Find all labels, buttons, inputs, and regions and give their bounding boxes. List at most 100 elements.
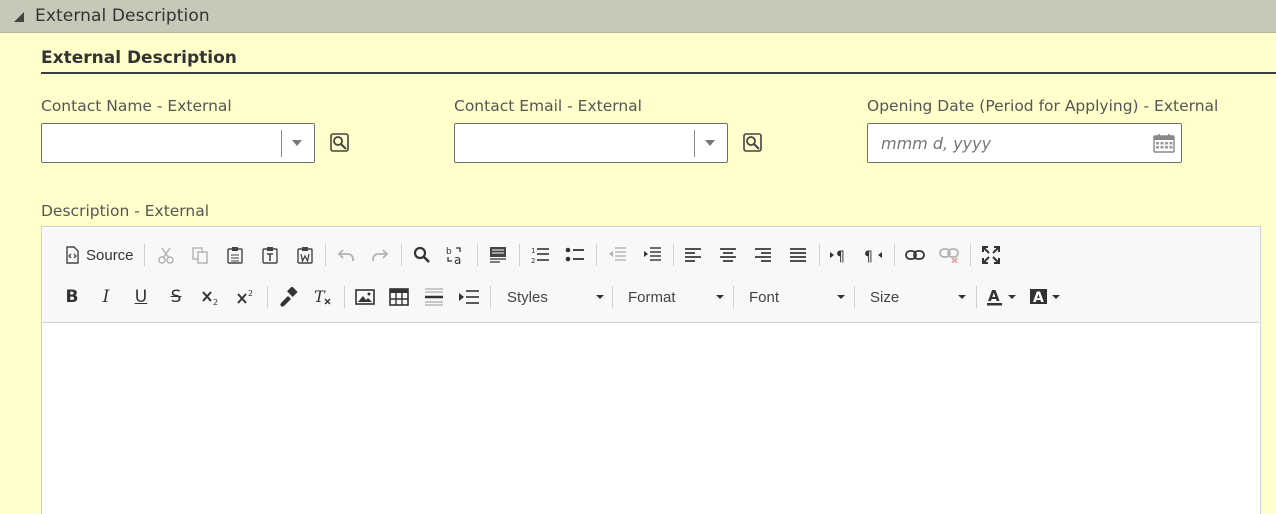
source-button[interactable]: Source xyxy=(86,247,134,264)
unlink-icon[interactable] xyxy=(936,242,962,268)
font-dropdown-label: Font xyxy=(749,288,780,306)
rich-text-editor: Source ba 1 2 ¶ ¶ B I U S 2 2 T Styles F… xyxy=(41,226,1261,514)
redo-icon[interactable] xyxy=(367,242,393,268)
undo-icon[interactable] xyxy=(333,242,359,268)
source-icon[interactable] xyxy=(59,242,85,268)
toolbar-separator xyxy=(144,244,145,266)
collapse-triangle-icon[interactable] xyxy=(13,11,25,23)
numbered-list-icon[interactable]: 12 xyxy=(527,242,553,268)
copy-formatting-icon[interactable] xyxy=(275,284,301,310)
styles-dropdown[interactable]: Styles xyxy=(507,284,607,310)
toolbar-separator xyxy=(894,244,895,266)
lookup-icon[interactable] xyxy=(329,132,351,154)
underline-icon[interactable]: U xyxy=(128,284,154,310)
chevron-down-icon[interactable] xyxy=(291,138,303,148)
subsection-title: External Description xyxy=(41,48,237,68)
contact-name-combobox[interactable] xyxy=(41,123,315,163)
contact-email-label: Contact Email - External xyxy=(454,97,642,115)
svg-text:2: 2 xyxy=(248,289,253,298)
toolbar-separator xyxy=(267,286,268,308)
toolbar-separator xyxy=(673,244,674,266)
toolbar-separator xyxy=(519,244,520,266)
chevron-down-icon[interactable] xyxy=(704,138,716,148)
svg-text:a: a xyxy=(454,253,461,265)
combobox-separator xyxy=(694,130,695,157)
opening-date-input[interactable] xyxy=(867,123,1182,163)
svg-text:b: b xyxy=(446,247,452,257)
remove-format-icon[interactable]: T xyxy=(310,284,336,310)
toolbar-separator xyxy=(976,286,977,308)
editor-toolbar: Source ba 1 2 ¶ ¶ B I U S 2 2 T Styles F… xyxy=(43,228,1259,323)
lookup-icon[interactable] xyxy=(742,132,764,154)
toolbar-separator xyxy=(733,286,734,308)
toolbar-separator xyxy=(854,286,855,308)
styles-dropdown-label: Styles xyxy=(507,288,548,306)
size-dropdown-label: Size xyxy=(870,288,900,306)
increase-indent-icon[interactable] xyxy=(639,242,665,268)
caret-down-icon xyxy=(596,295,604,299)
replace-icon[interactable]: ba xyxy=(443,242,469,268)
subscript-icon[interactable]: 2 xyxy=(198,284,224,310)
text-color-button[interactable]: A xyxy=(985,284,1021,310)
align-justify-icon[interactable] xyxy=(785,242,811,268)
caret-down-icon xyxy=(958,295,966,299)
text-direction-ltr-icon[interactable]: ¶ xyxy=(826,242,852,268)
size-dropdown[interactable]: Size xyxy=(870,284,970,310)
editor-content-area[interactable] xyxy=(43,324,1259,514)
bulleted-list-icon[interactable] xyxy=(562,242,588,268)
toolbar-separator xyxy=(477,244,478,266)
strikethrough-icon[interactable]: S xyxy=(163,284,189,310)
combobox-separator xyxy=(281,130,282,157)
description-label: Description - External xyxy=(41,202,210,220)
superscript-icon[interactable]: 2 xyxy=(233,284,259,310)
svg-text:2: 2 xyxy=(213,298,218,306)
toolbar-separator xyxy=(819,244,820,266)
font-dropdown[interactable]: Font xyxy=(749,284,849,310)
text-color-icon: A xyxy=(987,287,1016,306)
svg-text:1: 1 xyxy=(531,247,535,255)
templates-icon[interactable] xyxy=(485,242,511,268)
background-color-button[interactable]: A xyxy=(1028,284,1064,310)
opening-date-label: Opening Date (Period for Applying) - Ext… xyxy=(867,97,1219,115)
maximize-icon[interactable] xyxy=(978,242,1004,268)
decrease-indent-icon[interactable] xyxy=(604,242,630,268)
svg-text:¶: ¶ xyxy=(864,249,873,263)
toolbar-separator xyxy=(325,244,326,266)
image-icon[interactable] xyxy=(352,284,378,310)
caret-down-icon xyxy=(837,295,845,299)
contact-email-combobox[interactable] xyxy=(454,123,728,163)
find-icon[interactable] xyxy=(409,242,435,268)
italic-icon[interactable]: I xyxy=(93,284,119,310)
background-color-icon: A xyxy=(1030,289,1060,306)
svg-text:T: T xyxy=(314,288,326,306)
toolbar-separator xyxy=(490,286,491,308)
calendar-icon[interactable] xyxy=(1153,133,1175,153)
section-title: External Description xyxy=(35,6,210,26)
align-right-icon[interactable] xyxy=(750,242,776,268)
text-direction-rtl-icon[interactable]: ¶ xyxy=(860,242,886,268)
contact-name-label: Contact Name - External xyxy=(41,97,232,115)
align-center-icon[interactable] xyxy=(715,242,741,268)
copy-icon[interactable] xyxy=(187,242,213,268)
format-dropdown-label: Format xyxy=(628,288,676,306)
align-left-icon[interactable] xyxy=(680,242,706,268)
horizontal-line-icon[interactable] xyxy=(421,284,447,310)
svg-text:A: A xyxy=(988,287,1000,305)
toolbar-separator xyxy=(401,244,402,266)
toolbar-separator xyxy=(596,244,597,266)
table-icon[interactable] xyxy=(386,284,412,310)
caret-down-icon xyxy=(716,295,724,299)
paste-text-icon[interactable] xyxy=(257,242,283,268)
svg-text:2: 2 xyxy=(531,257,535,264)
paste-word-icon[interactable] xyxy=(292,242,318,268)
toolbar-separator xyxy=(970,244,971,266)
format-dropdown[interactable]: Format xyxy=(628,284,728,310)
svg-text:¶: ¶ xyxy=(836,249,845,263)
bold-icon[interactable]: B xyxy=(59,284,85,310)
toolbar-separator xyxy=(344,286,345,308)
cut-icon[interactable] xyxy=(153,242,179,268)
paste-icon[interactable] xyxy=(222,242,248,268)
page-break-icon[interactable] xyxy=(456,284,482,310)
link-icon[interactable] xyxy=(902,242,928,268)
section-header[interactable]: External Description xyxy=(0,0,1276,33)
